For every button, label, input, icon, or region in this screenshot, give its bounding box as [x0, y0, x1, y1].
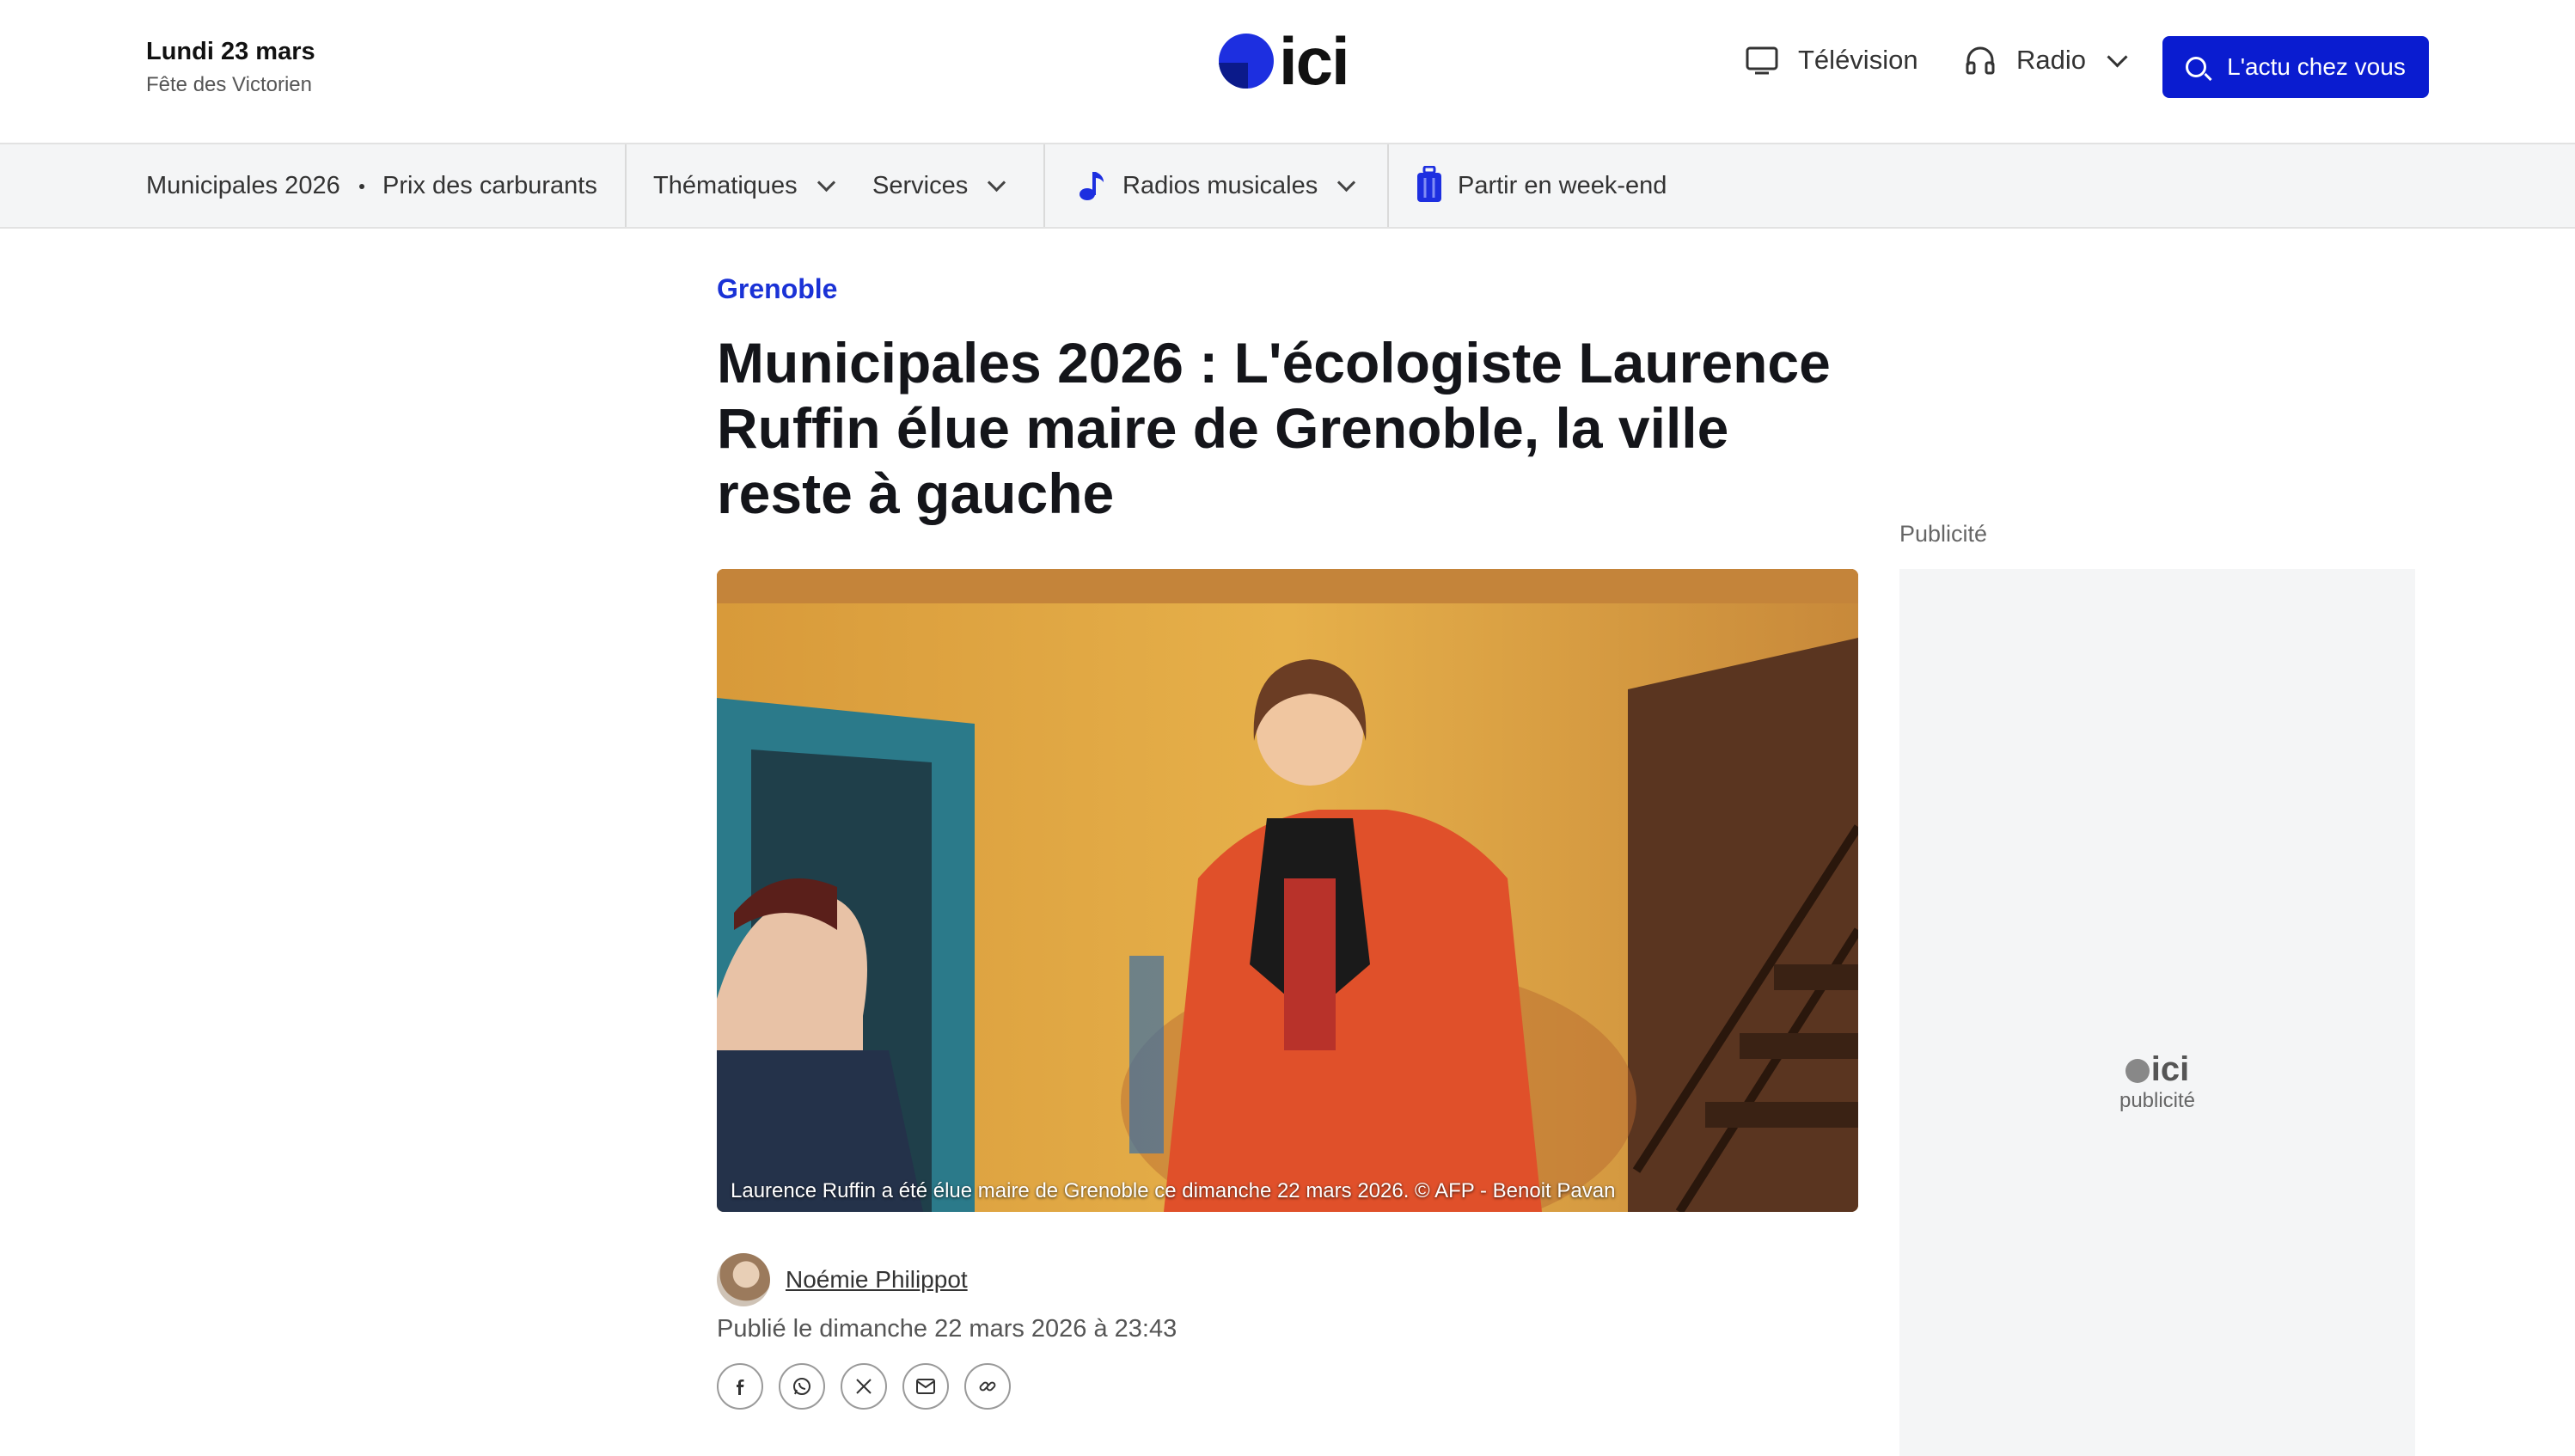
link-icon[interactable]	[964, 1363, 1011, 1410]
ad-placeholder: ici publicité	[1899, 1050, 2415, 1113]
ici-logo-icon	[2125, 1059, 2150, 1083]
television-label: Télévision	[1798, 45, 1918, 75]
author-link[interactable]: Noémie Philippot	[786, 1266, 968, 1294]
ad-logo-text: ici	[2150, 1050, 2190, 1088]
chevron-down-icon	[988, 173, 1006, 192]
chevron-down-icon	[817, 173, 835, 192]
chevron-down-icon	[2107, 46, 2128, 68]
saint-of-day: Fête des Victorien	[146, 73, 312, 96]
logo-dot-icon	[1219, 34, 1274, 89]
subnav-item-radios-musicales[interactable]: Radios musicales	[1078, 144, 1356, 227]
headphones-icon	[1966, 46, 1995, 75]
x-icon[interactable]	[841, 1363, 887, 1410]
author-block: Noémie Philippot	[717, 1253, 968, 1306]
subnav-label: Thématiques	[653, 171, 798, 199]
subnav-label: Prix des carburants	[382, 171, 597, 199]
email-icon[interactable]	[902, 1363, 949, 1410]
publish-date: Publié le dimanche 22 mars 2026 à 23:43	[717, 1315, 1177, 1343]
logo-text: ici	[1279, 23, 1350, 99]
suitcase-icon	[1417, 166, 1441, 202]
local-news-label: L'actu chez vous	[2227, 53, 2406, 80]
ad-placeholder-text: publicité	[2119, 1089, 2196, 1112]
secondary-nav: Municipales 2026 Prix des carburants Thé…	[0, 144, 2575, 229]
subnav-item-services[interactable]: Services	[872, 144, 1006, 227]
ici-logo[interactable]: ici	[1219, 28, 1350, 95]
chevron-down-icon	[1337, 173, 1356, 192]
article-hero-image: Laurence Ruffin a été élue maire de Gren…	[717, 569, 1858, 1212]
article-title: Municipales 2026 : L'écologiste Laurence…	[717, 331, 1831, 525]
author-avatar[interactable]	[717, 1253, 770, 1306]
current-date: Lundi 23 mars	[146, 38, 315, 65]
music-note-icon	[1080, 172, 1104, 200]
bullet-separator	[359, 184, 364, 189]
subnav-item-carburants[interactable]: Prix des carburants	[382, 144, 597, 227]
radio-menu[interactable]: Radio	[1963, 43, 2128, 77]
whatsapp-icon[interactable]	[779, 1363, 825, 1410]
subnav-label: Radios musicales	[1122, 171, 1318, 199]
subnav-label: Services	[872, 171, 969, 199]
radio-label: Radio	[2016, 45, 2086, 75]
subnav-label: Municipales 2026	[146, 171, 340, 199]
article-category-link[interactable]: Grenoble	[717, 273, 837, 305]
search-icon	[2186, 57, 2207, 77]
subnav-item-municipales[interactable]: Municipales 2026	[146, 144, 340, 227]
top-header: Lundi 23 mars Fête des Victorien ici Tél…	[0, 0, 2575, 144]
divider	[1043, 144, 1045, 227]
local-news-button[interactable]: L'actu chez vous	[2162, 36, 2429, 98]
date-block: Lundi 23 mars Fête des Victorien	[146, 38, 315, 97]
facebook-icon[interactable]	[717, 1363, 763, 1410]
subnav-item-thematiques[interactable]: Thématiques	[653, 144, 835, 227]
hero-photo	[717, 569, 1858, 1212]
ad-slot[interactable]: ici publicité	[1899, 569, 2415, 1456]
subnav-label: Partir en week-end	[1458, 171, 1667, 199]
divider	[1387, 144, 1389, 227]
television-link[interactable]: Télévision	[1745, 43, 1918, 77]
image-caption: Laurence Ruffin a été élue maire de Gren…	[731, 1179, 1616, 1202]
divider	[625, 144, 627, 227]
tv-icon	[1746, 46, 1778, 75]
ad-label: Publicité	[1899, 521, 1988, 547]
subnav-item-week-end[interactable]: Partir en week-end	[1415, 144, 1667, 227]
share-bar	[717, 1363, 1026, 1410]
